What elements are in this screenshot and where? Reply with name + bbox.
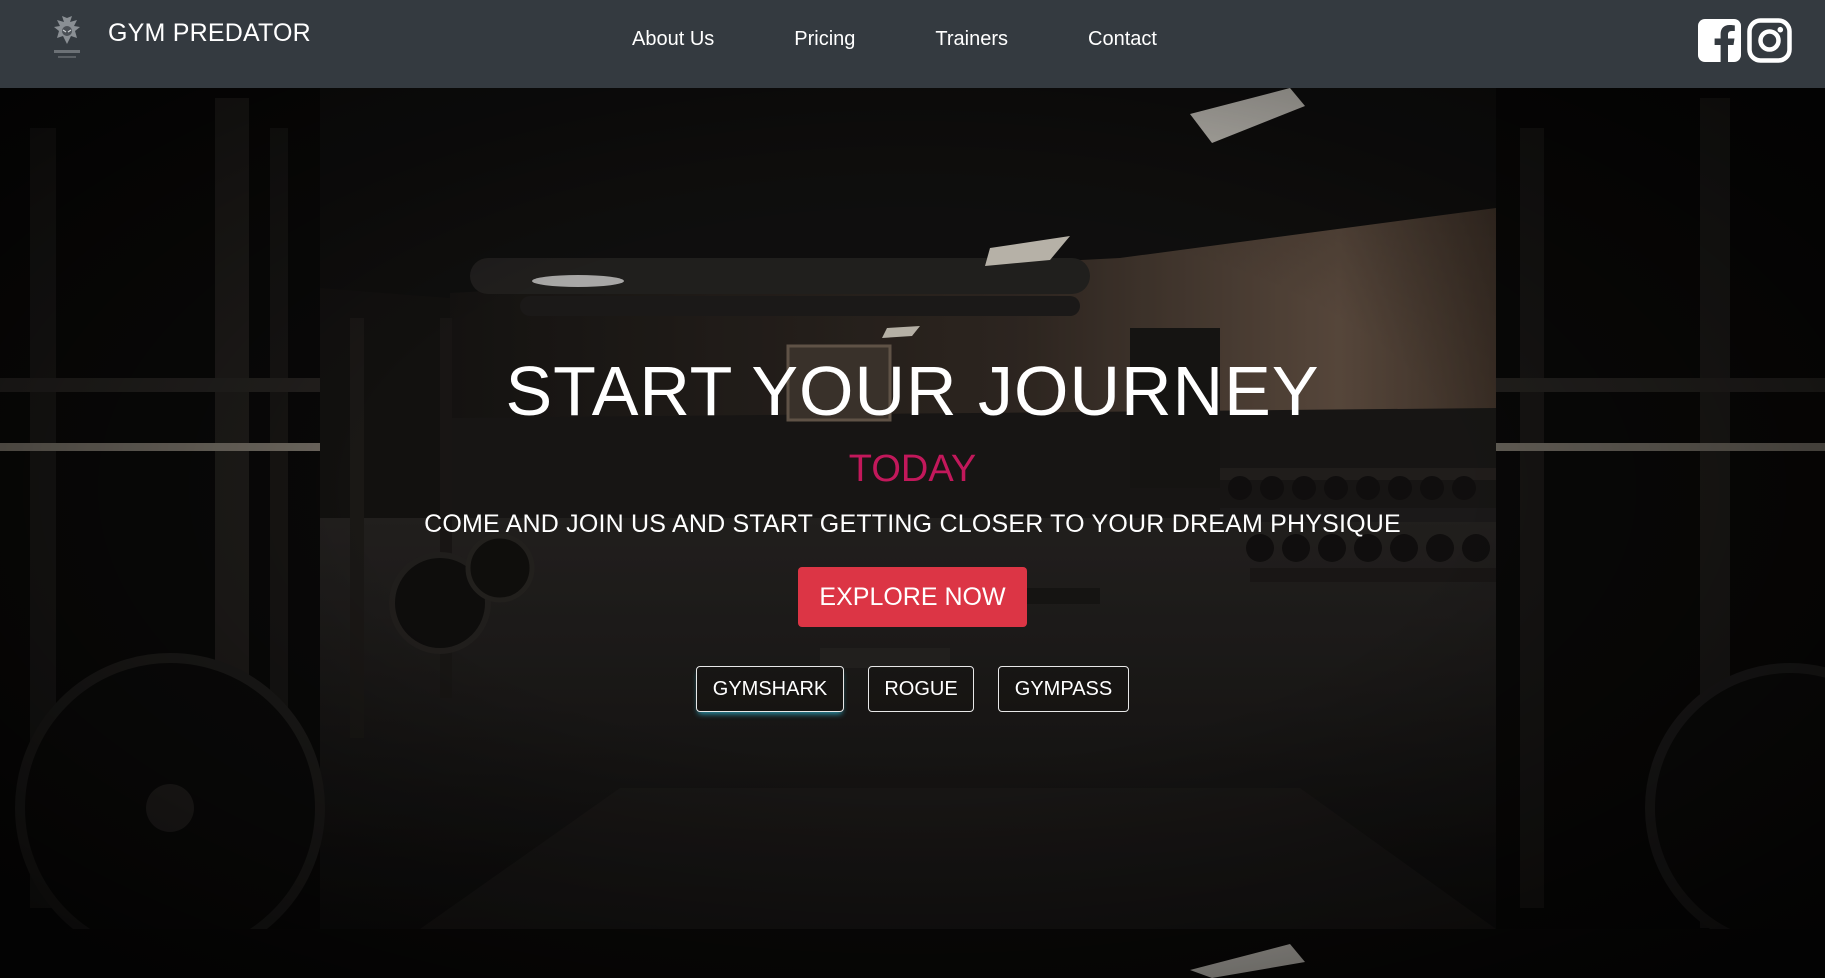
brand-button-gympass[interactable]: GYMPASS <box>998 666 1129 712</box>
social-links <box>1697 18 1792 63</box>
hero-accent-text: TODAY <box>848 448 977 490</box>
nav-link-contact[interactable]: Contact <box>1088 28 1157 51</box>
nav-links: About Us Pricing Trainers Contact <box>632 28 1157 51</box>
hero-section: START YOUR JOURNEY TODAY COME AND JOIN U… <box>0 88 1825 978</box>
brand-home-link[interactable]: GYM PREDATOR <box>46 14 311 68</box>
hero-subtitle: COME AND JOIN US AND START GETTING CLOSE… <box>424 510 1401 538</box>
nav-link-pricing[interactable]: Pricing <box>794 28 855 51</box>
facebook-icon[interactable] <box>1697 18 1742 63</box>
brand-button-rogue[interactable]: ROGUE <box>868 666 974 712</box>
predator-logo-icon <box>54 16 80 58</box>
nav-link-trainers[interactable]: Trainers <box>935 28 1008 51</box>
instagram-icon[interactable] <box>1747 18 1792 63</box>
navbar: GYM PREDATOR About Us Pricing Trainers C… <box>0 0 1825 88</box>
hero-content: START YOUR JOURNEY TODAY COME AND JOIN U… <box>0 88 1825 978</box>
hero-title: START YOUR JOURNEY <box>505 352 1320 430</box>
explore-now-button[interactable]: EXPLORE NOW <box>798 567 1027 627</box>
brand-button-gymshark[interactable]: GYMSHARK <box>696 666 844 712</box>
brand-name: GYM PREDATOR <box>108 18 311 47</box>
nav-link-about[interactable]: About Us <box>632 28 714 51</box>
